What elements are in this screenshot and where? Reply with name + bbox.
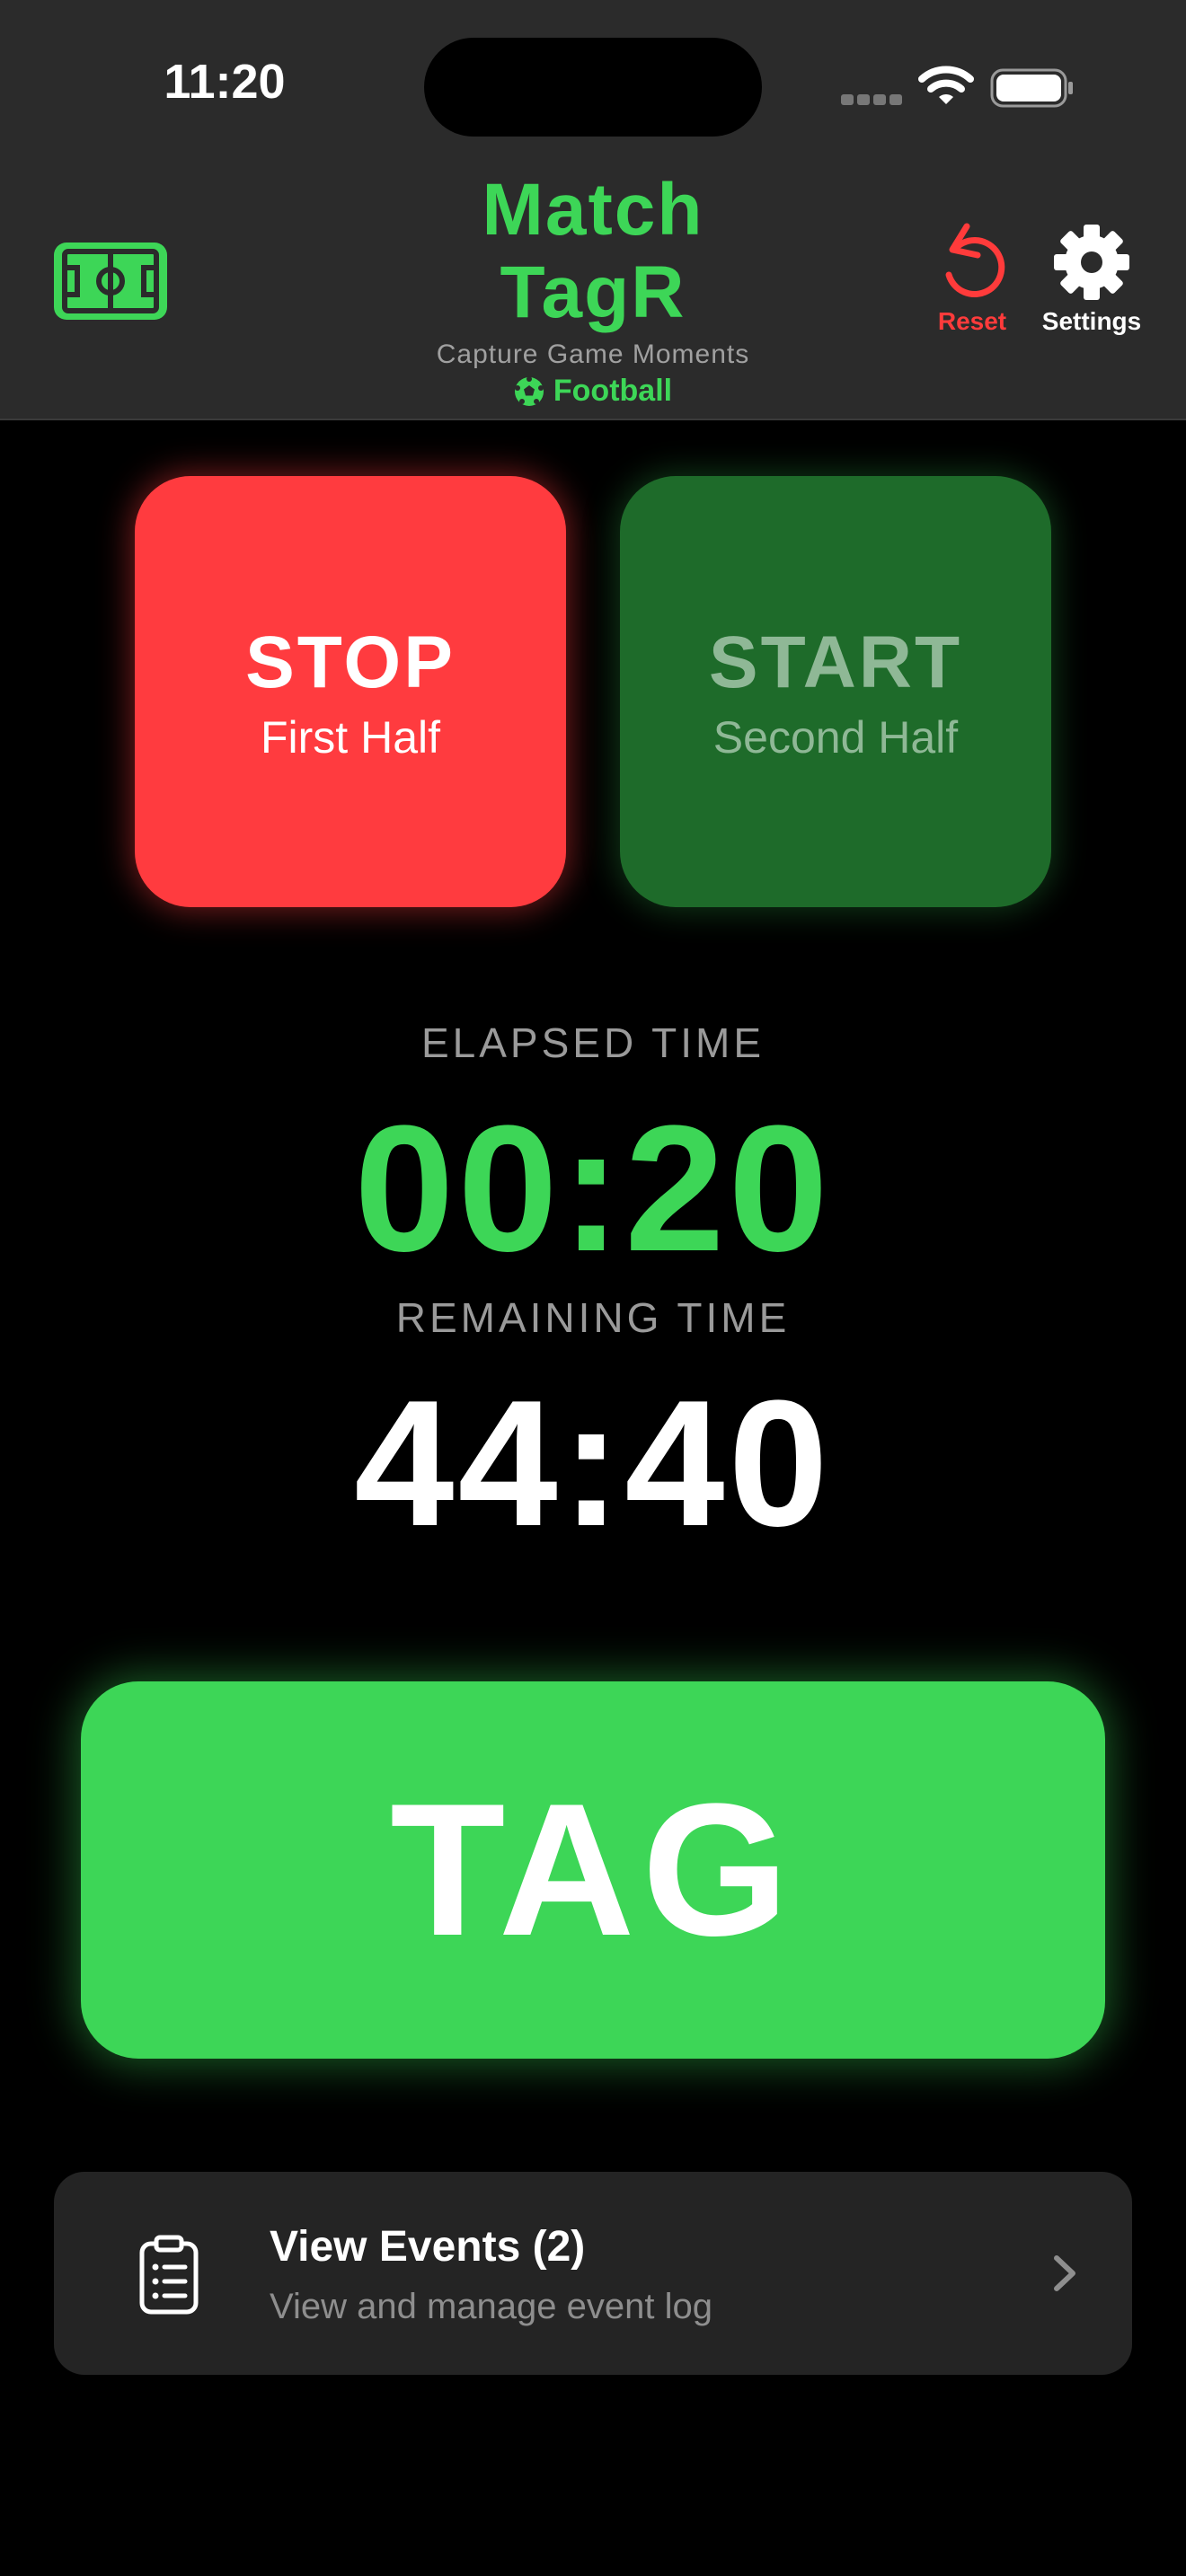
view-events-button[interactable]: View Events (2) View and manage event lo… <box>54 2172 1132 2375</box>
settings-label: Settings <box>1041 307 1142 335</box>
elapsed-time-value: 00:20 <box>354 1089 832 1289</box>
stop-label: STOP <box>245 622 456 703</box>
app-header: 11:20 Match TagR Capture Game Moments Fo… <box>0 0 1186 420</box>
app-title-line-2: TagR <box>500 251 686 333</box>
view-events-subtitle: View and manage event log <box>270 2287 712 2326</box>
sport-label: Football <box>553 374 673 408</box>
status-icons <box>836 61 1087 111</box>
reset-icon <box>945 223 1005 297</box>
view-events-title: View Events (2) <box>270 2223 586 2271</box>
start-second-half-button[interactable]: START Second Half <box>620 476 1051 907</box>
status-time: 11:20 <box>164 55 286 109</box>
settings-button[interactable]: Settings <box>1031 221 1152 343</box>
remaining-time-caption: REMAINING TIME <box>395 1294 791 1341</box>
reset-button[interactable]: Reset <box>931 221 1013 343</box>
second-half-label: Second Half <box>712 712 959 763</box>
first-half-label: First Half <box>261 712 440 763</box>
dynamic-island <box>424 38 762 137</box>
clipboard-list-icon <box>139 2235 199 2315</box>
soccer-ball-icon <box>514 375 544 406</box>
tag-label: TAG <box>390 1764 796 1975</box>
sport-indicator[interactable]: Football <box>323 374 863 409</box>
app-subtitle: Capture Game Moments <box>436 340 750 369</box>
remaining-time-value: 44:40 <box>354 1363 832 1564</box>
elapsed-time-caption: ELAPSED TIME <box>420 1019 766 1066</box>
chevron-right-icon <box>1054 2255 1075 2291</box>
app-title: Match TagR <box>323 169 863 334</box>
battery-icon <box>990 68 1073 108</box>
gear-icon <box>1054 225 1129 300</box>
start-label: START <box>708 622 963 703</box>
app-title-line-1: Match <box>482 169 704 251</box>
football-pitch-icon <box>52 241 169 322</box>
tag-button[interactable]: TAG <box>81 1681 1105 2059</box>
stop-first-half-button[interactable]: STOP First Half <box>135 476 566 907</box>
wifi-icon <box>918 66 974 104</box>
cellular-signal-icon <box>841 93 906 110</box>
reset-label: Reset <box>937 307 1007 335</box>
